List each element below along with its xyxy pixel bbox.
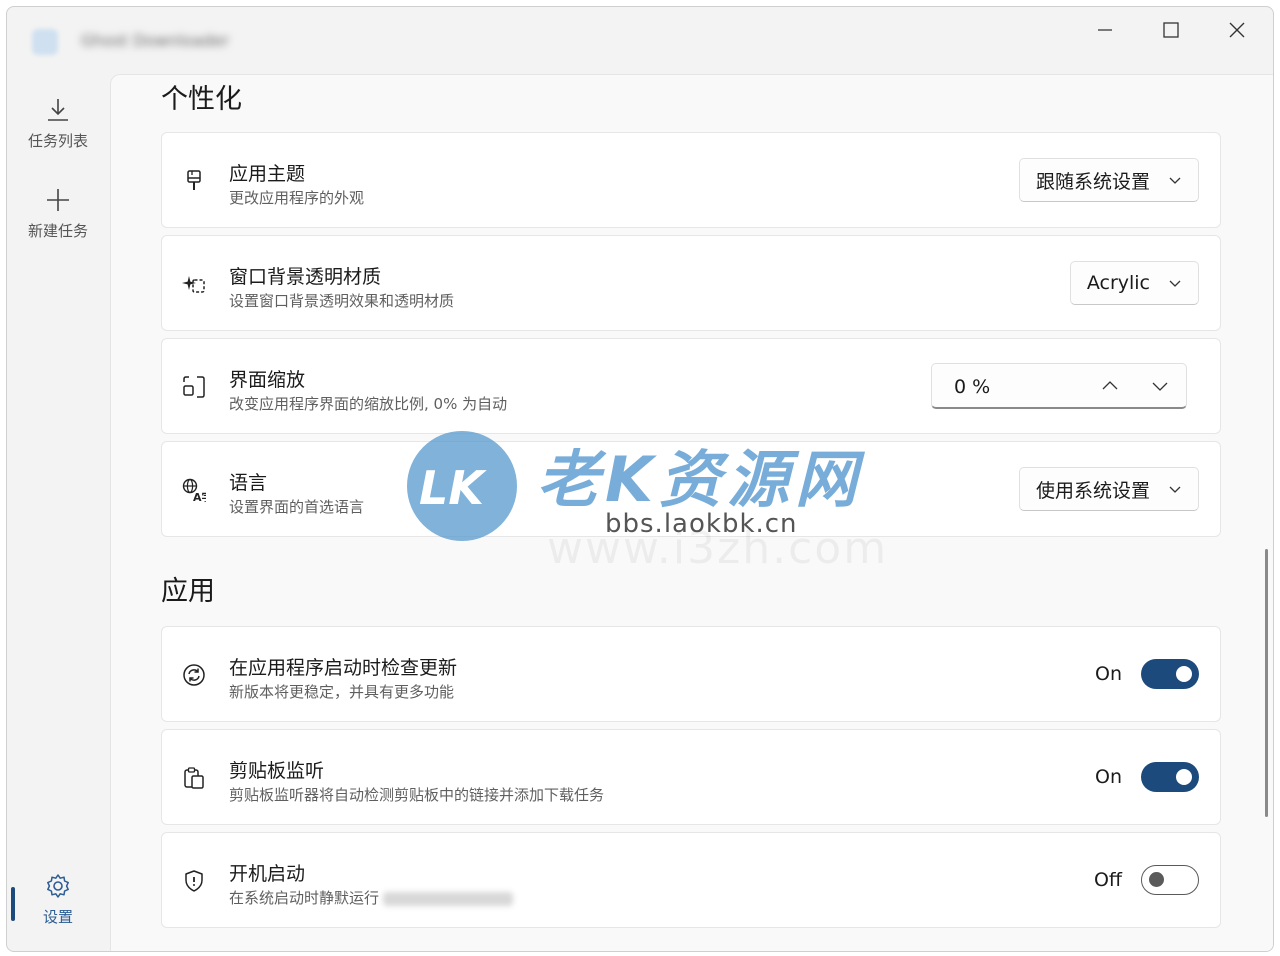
sidebar-item-task-list[interactable]: 任务列表	[7, 87, 109, 159]
minimize-icon	[1098, 29, 1112, 31]
clipboard-toggle[interactable]	[1141, 762, 1199, 792]
resize-icon	[182, 375, 206, 399]
setting-card-check-update: 在应用程序启动时检查更新 新版本将更稳定，并具有更多功能 On	[161, 626, 1221, 722]
chevron-down-icon	[1169, 177, 1181, 184]
chevron-down-icon	[1169, 280, 1181, 287]
setting-title: 窗口背景透明材质	[229, 266, 382, 288]
setting-title: 语言	[229, 472, 268, 494]
setting-card-clipboard: 剪贴板监听 剪贴板监听器将自动检测剪贴板中的链接并添加下载任务 On	[161, 729, 1221, 825]
autostart-toggle[interactable]	[1141, 865, 1199, 895]
brush-icon	[182, 169, 206, 193]
section-title-application: 应用	[161, 576, 215, 607]
toggle-state-label: Off	[1093, 869, 1122, 891]
sidebar-item-label: 任务列表	[27, 131, 88, 150]
setting-title: 应用主题	[229, 163, 306, 185]
dropdown-value: Acrylic	[1086, 272, 1150, 294]
setting-description: 更改应用程序的外观	[229, 189, 365, 207]
sidebar: 任务列表 新建任务 设置	[7, 73, 109, 951]
chevron-down-icon	[1169, 486, 1181, 493]
setting-title: 剪贴板监听	[229, 760, 325, 782]
sidebar-item-settings[interactable]: 设置	[7, 863, 109, 935]
sidebar-item-label: 设置	[42, 907, 73, 926]
settings-panel: 个性化 应用主题 更改应用程序的外观 跟随系统设置 窗口背景透明材质 设置窗口背…	[110, 74, 1273, 951]
close-icon	[1229, 22, 1245, 38]
setting-description: 改变应用程序界面的缩放比例, 0% 为自动	[229, 395, 508, 413]
chevron-up-icon[interactable]	[1100, 376, 1120, 396]
setting-card-scale: 界面缩放 改变应用程序界面的缩放比例, 0% 为自动 0 %	[161, 338, 1221, 434]
setting-description-text: 在系统启动时静默运行	[229, 889, 380, 907]
setting-description: 设置界面的首选语言	[229, 498, 365, 516]
setting-card-autostart: 开机启动 在系统启动时静默运行 Off	[161, 832, 1221, 928]
app-logo-icon	[32, 29, 58, 55]
check-update-toggle[interactable]	[1141, 659, 1199, 689]
backdrop-dropdown[interactable]: Acrylic	[1069, 261, 1199, 305]
chevron-down-icon[interactable]	[1150, 376, 1170, 396]
section-title-personalization: 个性化	[161, 84, 242, 115]
sidebar-item-label: 新建任务	[27, 221, 88, 240]
maximize-icon	[1163, 22, 1179, 38]
setting-card-backdrop: 窗口背景透明材质 设置窗口背景透明效果和透明材质 Acrylic	[161, 235, 1221, 331]
setting-card-theme: 应用主题 更改应用程序的外观 跟随系统设置	[161, 132, 1221, 228]
toggle-knob	[1176, 769, 1192, 785]
dropdown-value: 使用系统设置	[1035, 479, 1150, 502]
setting-title: 在应用程序启动时检查更新	[229, 657, 458, 679]
sync-icon	[182, 663, 206, 687]
sparkle-select-icon	[182, 272, 206, 296]
blurred-app-name	[383, 891, 514, 906]
translate-icon: A字	[182, 478, 213, 504]
language-dropdown[interactable]: 使用系统设置	[1018, 467, 1199, 511]
download-icon	[48, 98, 68, 121]
setting-description: 在系统启动时静默运行	[229, 887, 514, 908]
theme-dropdown[interactable]: 跟随系统设置	[1018, 158, 1199, 202]
toggle-knob	[1149, 872, 1164, 887]
setting-title: 界面缩放	[229, 369, 306, 391]
gear-icon	[47, 873, 69, 898]
toggle-state-label: On	[1095, 766, 1122, 788]
clipboard-icon	[182, 766, 206, 790]
setting-description: 设置窗口背景透明效果和透明材质	[229, 292, 455, 310]
svg-text:A字: A字	[193, 490, 206, 502]
sidebar-item-new-task[interactable]: 新建任务	[7, 177, 109, 249]
plus-icon	[47, 188, 69, 211]
vertical-scrollbar[interactable]	[1265, 549, 1268, 817]
setting-description: 剪贴板监听器将自动检测剪贴板中的链接并添加下载任务	[229, 786, 605, 804]
app-window: Ghost Downloader 任务列表 新建任务 设置 个性化 应用主题 更…	[6, 6, 1274, 952]
title-bar[interactable]: Ghost Downloader	[7, 7, 1273, 73]
scale-stepper[interactable]: 0 %	[931, 363, 1187, 409]
toggle-knob	[1176, 666, 1192, 682]
toggle-state-label: On	[1095, 663, 1122, 685]
setting-card-language: A字 语言 设置界面的首选语言 使用系统设置	[161, 441, 1221, 537]
setting-description: 新版本将更稳定，并具有更多功能	[229, 683, 455, 701]
setting-title: 开机启动	[229, 863, 306, 885]
minimize-button[interactable]	[1073, 7, 1137, 53]
close-button[interactable]	[1205, 7, 1269, 53]
dropdown-value: 跟随系统设置	[1035, 170, 1150, 193]
stepper-value[interactable]: 0 %	[954, 376, 990, 398]
shield-icon	[182, 869, 206, 893]
maximize-button[interactable]	[1139, 7, 1203, 53]
app-title: Ghost Downloader	[81, 31, 229, 50]
